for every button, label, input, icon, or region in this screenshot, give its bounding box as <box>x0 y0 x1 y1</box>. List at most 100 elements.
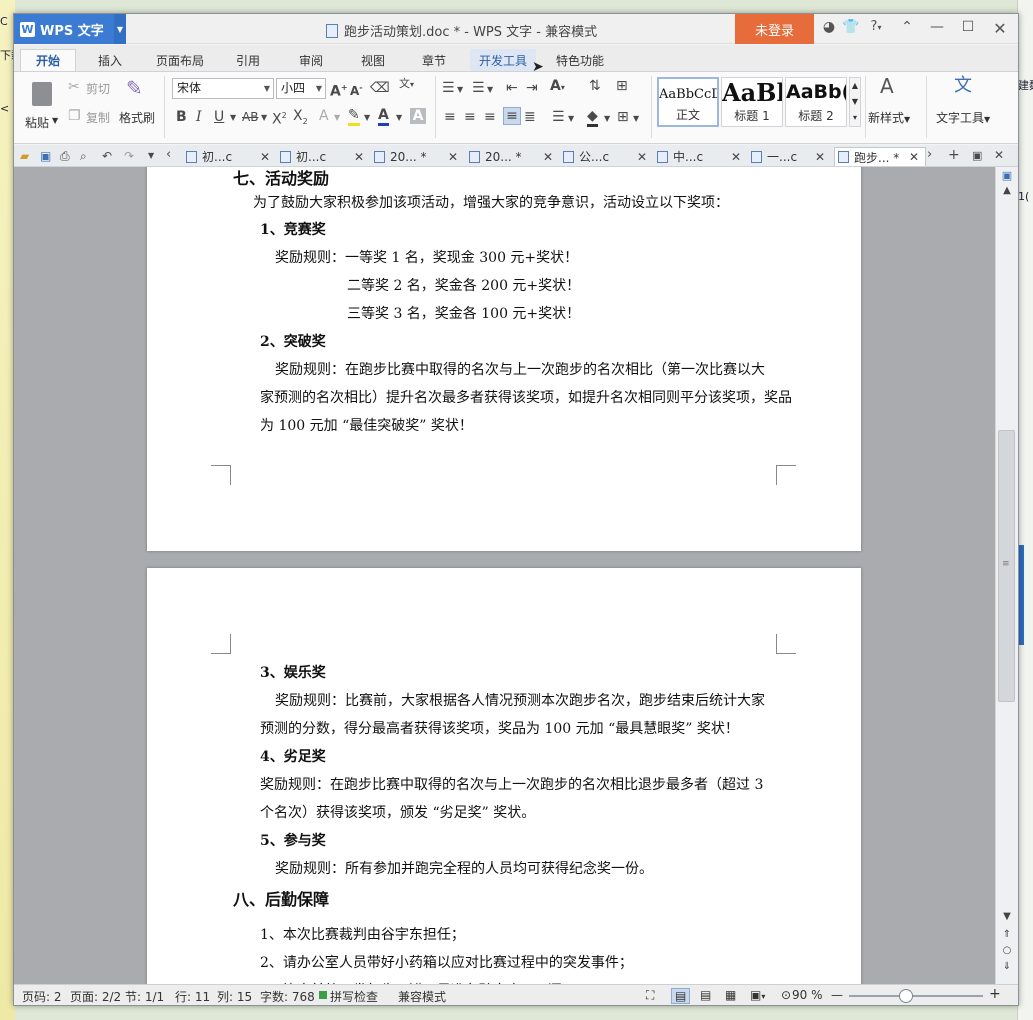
highlight-icon[interactable]: ✎ <box>348 107 360 126</box>
vertical-scrollbar[interactable]: ▣ ▲ ≡ ▼ ⇑ ○ ⇓ <box>995 167 1018 984</box>
tab-scroll-left-icon[interactable]: ‹ <box>166 147 171 163</box>
login-button[interactable]: 未登录 <box>735 14 814 44</box>
align-center-icon[interactable]: ≡ <box>464 109 476 125</box>
cut-button[interactable]: 剪切 <box>86 80 110 97</box>
close-tab-icon[interactable]: ✕ <box>815 150 825 164</box>
line-spacing-icon[interactable]: ☰ <box>552 109 565 125</box>
table-grid-icon[interactable]: ⊞ <box>616 78 628 94</box>
document-tab[interactable]: 公...c ✕ <box>563 147 655 166</box>
document-page[interactable]: 七、活动奖励 为了鼓励大家积极参加该项活动，增强大家的竞争意识，活动设立以下奖项：… <box>147 167 861 551</box>
subheading[interactable]: 2、突破奖 <box>260 331 326 351</box>
close-tab-icon[interactable]: ✕ <box>448 150 458 164</box>
tab-special-features[interactable]: 特色功能 <box>548 49 612 71</box>
outline-view-icon[interactable]: ▤ <box>700 988 711 1002</box>
section-heading[interactable]: 八、后勤保障 <box>233 886 329 910</box>
save-icon[interactable]: ▣ <box>40 148 51 164</box>
font-size-select[interactable]: 小四 ▼ <box>276 78 326 99</box>
close-icon[interactable]: ✕ <box>989 19 1011 38</box>
status-column[interactable]: 列: 15 <box>217 988 252 1005</box>
close-tab-icon[interactable]: ✕ <box>637 150 647 164</box>
scroll-up-icon[interactable]: ▲ <box>996 185 1018 196</box>
paragraph-line[interactable]: 1、本次比赛裁判由谷宇东担任； <box>260 924 465 944</box>
zoom-slider-track[interactable] <box>849 995 983 997</box>
zoom-in-icon[interactable]: + <box>989 986 1001 1002</box>
wps-app-menu-button[interactable]: W WPS 文字 ▼ <box>14 14 126 44</box>
zoom-slider-thumb[interactable] <box>899 989 914 1003</box>
spell-check-toggle[interactable]: 拼写检查 <box>330 988 378 1005</box>
chevron-down-icon[interactable]: ▼ <box>148 148 154 164</box>
distributed-align-icon[interactable]: ≣ <box>524 109 536 125</box>
chevron-down-icon[interactable]: ▼ <box>633 111 639 127</box>
chevron-down-icon[interactable]: ▼ <box>364 110 370 126</box>
close-tab-icon[interactable]: ✕ <box>731 150 741 164</box>
subscript-icon[interactable]: X2 <box>293 108 308 130</box>
border-icon[interactable]: ⊞ <box>617 109 629 125</box>
document-tab[interactable]: 20... * ✕ <box>469 147 561 166</box>
tab-scroll-right-icon[interactable]: › <box>927 147 932 163</box>
paragraph-line[interactable]: 三等奖 3 名，奖金各 100 元+奖状！ <box>347 303 580 323</box>
shrink-font-icon[interactable]: A- <box>350 80 363 99</box>
document-canvas[interactable]: 七、活动奖励 为了鼓励大家积极参加该项活动，增强大家的竞争意识，活动设立以下奖项：… <box>14 167 995 984</box>
align-right-icon[interactable]: ≡ <box>484 109 496 125</box>
zoom-out-icon[interactable]: — <box>831 988 843 1002</box>
chevron-down-icon[interactable]: ▼ <box>114 14 126 44</box>
new-style-button[interactable]: 新样式▼ <box>868 109 910 126</box>
chevron-down-icon[interactable]: ▼ <box>457 82 463 98</box>
tab-page-layout[interactable]: 页面布局 <box>150 49 210 71</box>
document-page[interactable]: 3、娱乐奖 奖励规则：比赛前，大家根据各人情况预测本次跑步名次，跑步结束后统计大家… <box>147 568 861 984</box>
protect-eye-icon[interactable]: ⊙ <box>781 988 791 1002</box>
bullet-list-icon[interactable]: ☰ <box>442 80 455 96</box>
paragraph-line[interactable]: 奖励规则：所有参加并跑完全程的人员均可获得纪念奖一份。 <box>275 858 653 878</box>
style-normal[interactable]: AaBbCcD 正文 <box>657 77 719 127</box>
document-tab[interactable]: 中...c ✕ <box>657 147 749 166</box>
document-tab-active[interactable]: 跑步... * ✕ <box>834 147 926 166</box>
paragraph-line[interactable]: 奖励规则：比赛前，大家根据各人情况预测本次跑步名次，跑步结束后统计大家 <box>275 690 765 710</box>
chevron-down-icon[interactable]: ▼ <box>604 111 610 127</box>
chevron-down-icon[interactable]: ▼ <box>568 111 574 127</box>
document-tab[interactable]: 一...c ✕ <box>751 147 833 166</box>
text-direction-icon[interactable]: A▾ <box>550 78 565 96</box>
tab-review[interactable]: 审阅 <box>291 49 331 71</box>
status-page[interactable]: 页面: 2/2 <box>70 988 121 1005</box>
select-browse-object-icon[interactable]: ○ <box>996 945 1018 956</box>
font-color-icon[interactable]: A <box>378 107 389 126</box>
character-shading-icon[interactable]: A <box>410 108 426 124</box>
shirt-icon[interactable]: 👕 <box>840 19 862 35</box>
paste-button[interactable]: 粘贴 ▼ <box>22 78 66 138</box>
print-icon[interactable]: ⎙ <box>60 148 70 164</box>
tab-references[interactable]: 引用 <box>228 49 268 71</box>
numbered-list-icon[interactable]: ☰ <box>472 80 485 96</box>
scroll-down-icon[interactable]: ▼ <box>996 911 1018 922</box>
tab-home[interactable]: 开始 <box>20 49 76 71</box>
close-tab-icon[interactable]: ✕ <box>543 150 553 164</box>
paragraph-line[interactable]: 家预测的名次相比）提升名次最多者获得该奖项，如提升名次相同则平分该奖项，奖品 <box>260 387 792 407</box>
next-page-icon[interactable]: ⇓ <box>996 961 1018 972</box>
zoom-level[interactable]: 90 % <box>792 988 823 1002</box>
chevron-down-icon[interactable]: ▼ <box>261 110 267 126</box>
format-painter-button[interactable]: 格式刷 <box>119 109 155 126</box>
increase-indent-icon[interactable]: ⇥ <box>526 80 538 96</box>
web-view-icon[interactable]: ▦ <box>725 988 736 1002</box>
phonetic-guide-icon[interactable]: 文▾ <box>399 76 414 93</box>
style-heading-2[interactable]: AaBb( 标题 2 <box>785 77 847 127</box>
text-effect-icon[interactable]: A <box>319 108 329 124</box>
scrollbar-thumb[interactable]: ≡ <box>998 430 1015 702</box>
maximize-icon[interactable]: ☐ <box>957 19 979 35</box>
paragraph-line[interactable]: 2、请办公室人员带好小药箱以应对比赛过程中的突发事件； <box>260 952 633 972</box>
status-word-count[interactable]: 字数: 768 <box>260 988 315 1005</box>
tab-insert[interactable]: 插入 <box>90 49 130 71</box>
skin-icon[interactable]: ◕ <box>818 19 840 35</box>
style-heading-1[interactable]: AaBl 标题 1 <box>721 77 783 127</box>
paragraph-line[interactable]: 奖励规则：在跑步比赛中取得的名次与上一次跑步的名次相比退步最多者（超过 3 <box>260 774 763 794</box>
tab-chapter[interactable]: 章节 <box>414 49 454 71</box>
align-left-icon[interactable]: ≡ <box>444 109 456 125</box>
tab-developer[interactable]: 开发工具 <box>470 49 536 71</box>
paragraph-line[interactable]: 为了鼓励大家积极参加该项活动，增强大家的竞争意识，活动设立以下奖项： <box>253 192 729 212</box>
close-document-icon[interactable]: ✕ <box>994 147 1004 163</box>
paragraph-line[interactable]: 为 100 元加 “最佳突破奖” 奖状！ <box>260 415 473 435</box>
tab-list-icon[interactable]: ▣ <box>972 148 982 164</box>
justify-icon[interactable]: ≡ <box>503 107 521 125</box>
subheading[interactable]: 4、劣足奖 <box>260 746 326 766</box>
clear-format-icon[interactable]: ⌫ <box>370 80 390 96</box>
grow-font-icon[interactable]: A+ <box>330 80 348 100</box>
